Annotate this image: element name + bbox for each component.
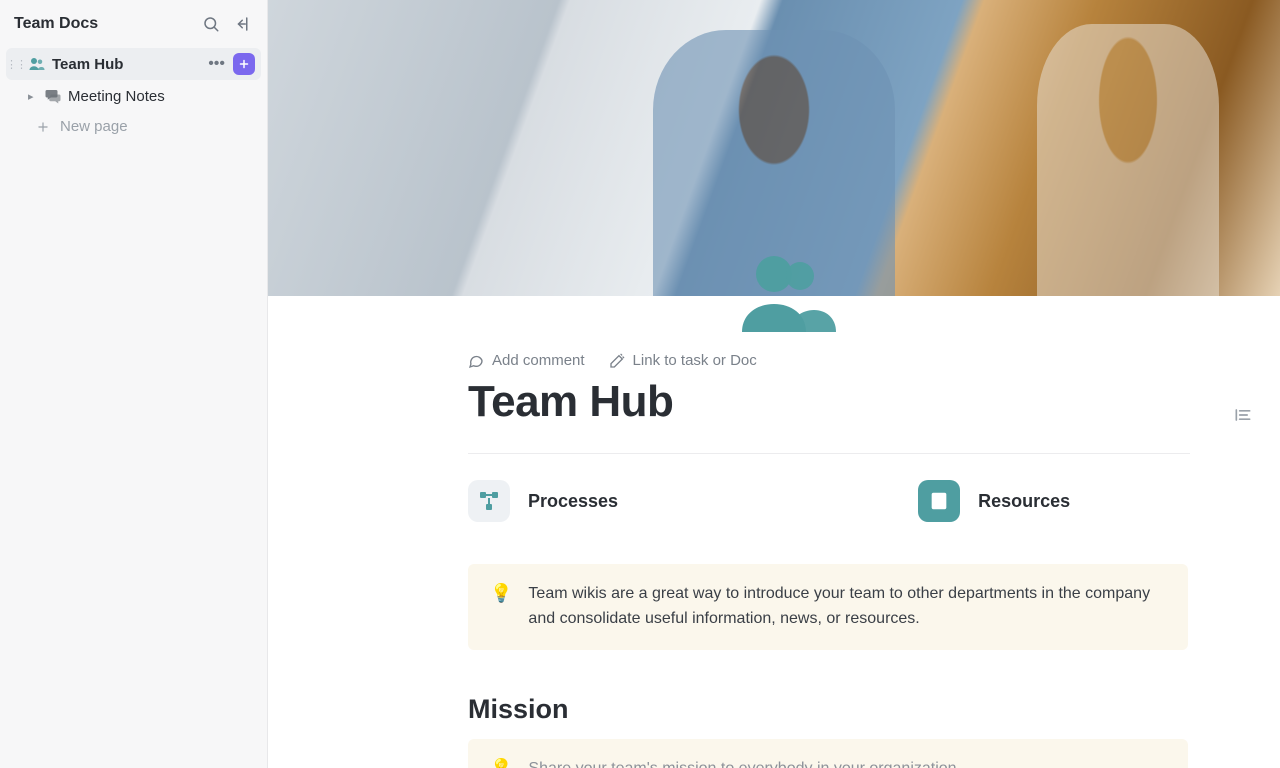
sidebar-item-label: Team Hub [52, 56, 200, 73]
wand-icon [609, 353, 625, 369]
flowchart-icon [468, 480, 510, 522]
sidebar-item-label: Meeting Notes [68, 88, 255, 105]
more-options-icon[interactable]: ••• [206, 56, 227, 72]
page-meta-actions: Add comment Link to task or Doc [468, 352, 1210, 369]
sidebar-header-actions [201, 14, 253, 34]
callout-text: Team wikis are a great way to introduce … [528, 582, 1166, 632]
link-tiles: Processes Resources [468, 480, 1210, 522]
new-page-button[interactable]: New page [6, 112, 261, 141]
divider [468, 453, 1190, 454]
comments-icon [44, 87, 62, 105]
link-task-button[interactable]: Link to task or Doc [609, 352, 757, 369]
tile-resources[interactable]: Resources [918, 480, 1070, 522]
lightbulb-icon: 💡 [490, 584, 512, 602]
book-icon [918, 480, 960, 522]
new-page-label: New page [60, 118, 128, 135]
mission-placeholder: Share your team's mission to everybody i… [528, 757, 956, 768]
tile-processes[interactable]: Processes [468, 480, 618, 522]
add-comment-label: Add comment [492, 352, 585, 369]
add-comment-button[interactable]: Add comment [468, 352, 585, 369]
sidebar-item-meeting-notes[interactable]: ⋮⋮ ▸ Meeting Notes [6, 80, 261, 112]
comment-icon [468, 353, 484, 369]
plus-icon [36, 120, 50, 134]
chevron-right-icon[interactable]: ▸ [28, 90, 38, 103]
lightbulb-icon: 💡 [490, 759, 512, 768]
sidebar-header: Team Docs [0, 14, 267, 46]
callout-mission[interactable]: 💡 Share your team's mission to everybody… [468, 739, 1188, 768]
page-content: Add comment Link to task or Doc Team Hub… [268, 296, 1280, 768]
tile-label: Resources [978, 491, 1070, 512]
add-subpage-button[interactable] [233, 53, 255, 75]
sidebar-item-team-hub[interactable]: ⋮⋮ Team Hub ••• [6, 48, 261, 80]
heading-mission[interactable]: Mission [468, 694, 1210, 725]
tile-label: Processes [528, 491, 618, 512]
callout-tip[interactable]: 💡 Team wikis are a great way to introduc… [468, 564, 1188, 650]
main: Add comment Link to task or Doc Team Hub… [268, 0, 1280, 768]
drag-handle-icon[interactable]: ⋮⋮ [10, 58, 22, 71]
search-icon[interactable] [201, 14, 221, 34]
sidebar-title: Team Docs [14, 15, 98, 33]
page-title[interactable]: Team Hub [468, 377, 1210, 427]
sidebar-list: ⋮⋮ Team Hub ••• ⋮⋮ ▸ Meeting Notes [0, 46, 267, 141]
sidebar: Team Docs ⋮⋮ Team Hub ••• [0, 0, 268, 768]
collapse-sidebar-icon[interactable] [233, 14, 253, 34]
link-task-label: Link to task or Doc [633, 352, 757, 369]
group-icon [28, 55, 46, 73]
